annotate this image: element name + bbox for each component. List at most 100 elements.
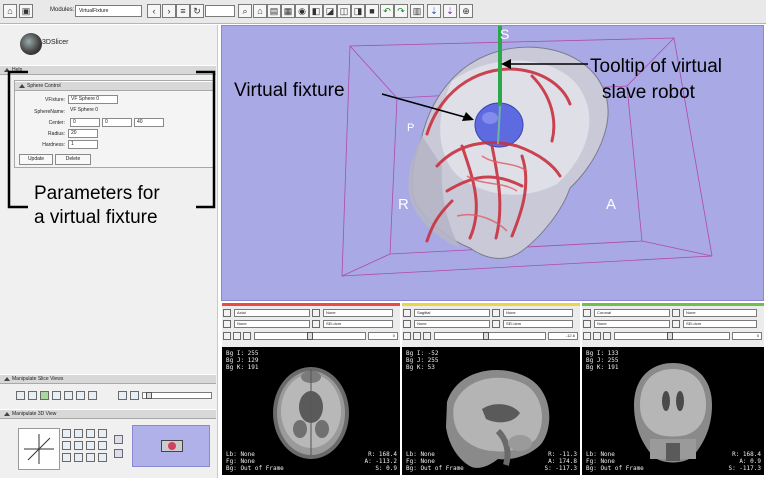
mouse-place-icon[interactable]: ⇣: [443, 4, 457, 18]
layout-compare-icon[interactable]: ◨: [351, 4, 365, 18]
manipulate-3d-view-header[interactable]: Manipulate 3D View: [0, 409, 216, 419]
axis-label-a: A: [606, 196, 617, 213]
sagittal-visibility-icon[interactable]: [403, 332, 411, 340]
axial-bg-select[interactable]: None: [234, 320, 310, 328]
axial-offset-slider[interactable]: [254, 332, 366, 340]
axial-fg-select[interactable]: None: [323, 309, 393, 317]
layout-slice-icon[interactable]: ■: [365, 4, 379, 18]
mouse-pick-icon[interactable]: ⇣: [427, 4, 441, 18]
slice-view-coronal[interactable]: Bg I: 133 Bg J: 255 Bg K: 191 Lb: None F…: [582, 347, 764, 475]
view-spin-icon[interactable]: [86, 441, 95, 450]
view-fit-icon[interactable]: [86, 453, 95, 462]
slice-view-axial[interactable]: Bg I: 255 Bg J: 129 Bg K: 191 Lb: None F…: [222, 347, 400, 475]
slice-fov-icon[interactable]: [52, 391, 61, 400]
view-p-icon[interactable]: [98, 429, 107, 438]
coronal-bg-select[interactable]: None: [594, 320, 670, 328]
axis-rotate-widget-icon[interactable]: [18, 428, 60, 470]
coronal-fg-select[interactable]: None: [683, 309, 757, 317]
layout-tabbed-icon[interactable]: ◪: [323, 4, 337, 18]
coronal-label-select[interactable]: SEI.dcm: [683, 320, 757, 328]
slice-grid-icon[interactable]: [76, 391, 85, 400]
search-icon[interactable]: ⌕: [238, 4, 252, 18]
slice-opacity-handle[interactable]: [146, 392, 152, 399]
axial-label-select[interactable]: SEI.dcm: [323, 320, 393, 328]
view-zoom-out-icon[interactable]: [74, 453, 83, 462]
coronal-offset-value[interactable]: 0: [732, 332, 762, 340]
screenshot-icon[interactable]: ▥: [410, 4, 424, 18]
sagittal-label-select[interactable]: SEI.dcm: [503, 320, 573, 328]
manipulate-slice-views-header[interactable]: Manipulate Slice Views: [0, 374, 216, 384]
redo-icon[interactable]: ↷: [394, 4, 408, 18]
sagittal-offset-slider[interactable]: [434, 332, 546, 340]
axial-orientation-select[interactable]: Axial: [234, 309, 310, 317]
layout-lightbox-icon[interactable]: ◫: [337, 4, 351, 18]
mouse-transform-icon[interactable]: ⊕: [459, 4, 473, 18]
slice-crosshair-icon[interactable]: [64, 391, 73, 400]
slice-link-icon[interactable]: [40, 391, 49, 400]
slice-prev-icon[interactable]: [118, 391, 127, 400]
3d-view[interactable]: S R A P Virtual fixture Tooltip of virtu…: [221, 25, 764, 301]
sagittal-fit-icon[interactable]: [413, 332, 421, 340]
axial-fit-icon[interactable]: [233, 332, 241, 340]
coronal-offset-slider[interactable]: [614, 332, 730, 340]
coronal-offset-handle[interactable]: [667, 332, 673, 340]
layout-home-icon[interactable]: ⌂: [253, 4, 267, 18]
sagittal-more-icon[interactable]: [423, 332, 431, 340]
coronal-link-icon[interactable]: [583, 320, 591, 328]
coronal-visibility-icon[interactable]: [583, 332, 591, 340]
axial-more-icon[interactable]: [243, 332, 251, 340]
slice-opacity-slider[interactable]: [142, 392, 212, 399]
sagittal-offset-value[interactable]: -12.6: [548, 332, 578, 340]
slice-view-sagittal[interactable]: Bg I: -52 Bg J: 255 Bg K: 53 Lb: None Fg…: [402, 347, 580, 475]
sagittal-fg-icon[interactable]: [492, 309, 500, 317]
coronal-fit-icon[interactable]: [593, 332, 601, 340]
slice-fit-icon[interactable]: [28, 391, 37, 400]
view-l-icon[interactable]: [74, 429, 83, 438]
coronal-lb-icon[interactable]: [672, 320, 680, 328]
axial-lb-icon[interactable]: [312, 320, 320, 328]
sagittal-orientation-select[interactable]: Sagittal: [414, 309, 490, 317]
view-r-icon[interactable]: [62, 429, 71, 438]
undo-icon[interactable]: ↶: [380, 4, 394, 18]
sagittal-link-icon[interactable]: [403, 320, 411, 328]
layout-3d-icon[interactable]: ◉: [295, 4, 309, 18]
sagittal-fg-select[interactable]: None: [503, 309, 573, 317]
slice-next-icon[interactable]: [130, 391, 139, 400]
view-s-icon[interactable]: [62, 441, 71, 450]
tooltip-annotation-line2: slave robot: [602, 82, 695, 103]
layout-four-up-icon[interactable]: ▦: [281, 4, 295, 18]
view-stereo-icon[interactable]: [98, 453, 107, 462]
axial-color-bar: [222, 303, 400, 306]
view-persp-icon[interactable]: [114, 449, 123, 458]
coronal-more-icon[interactable]: [603, 332, 611, 340]
view-ortho-icon[interactable]: [114, 435, 123, 444]
axial-fg-icon[interactable]: [312, 309, 320, 317]
coronal-fg-icon[interactable]: [672, 309, 680, 317]
axial-link-icon[interactable]: [223, 320, 231, 328]
coronal-top-left-overlay: Bg I: 133 Bg J: 255 Bg K: 191: [586, 350, 619, 371]
coronal-orientation-select[interactable]: Coronal: [594, 309, 670, 317]
axial-visibility-icon[interactable]: [223, 332, 231, 340]
view-rock-icon[interactable]: [98, 441, 107, 450]
params-annotation-line2: a virtual fixture: [34, 207, 158, 228]
layout-conventional-icon[interactable]: ▤: [267, 4, 281, 18]
3d-view-thumbnail[interactable]: [132, 425, 210, 467]
sagittal-pin-icon[interactable]: [403, 309, 411, 317]
slice-annot-icon[interactable]: [88, 391, 97, 400]
layout-one-up-icon[interactable]: ◧: [309, 4, 323, 18]
slice-layout-icon[interactable]: [16, 391, 25, 400]
axial-offset-handle[interactable]: [307, 332, 313, 340]
sagittal-bg-select[interactable]: None: [414, 320, 490, 328]
view-i-icon[interactable]: [74, 441, 83, 450]
sagittal-lb-icon[interactable]: [492, 320, 500, 328]
axial-pin-icon[interactable]: [223, 309, 231, 317]
sagittal-offset-handle[interactable]: [483, 332, 489, 340]
axis-label-s: S: [500, 26, 510, 42]
sagittal-bottom-right-overlay: R: -11.3 A: 174.8 S: -117.3: [544, 451, 577, 472]
coronal-pin-icon[interactable]: [583, 309, 591, 317]
view-a-icon[interactable]: [86, 429, 95, 438]
axis-label-r: R: [398, 196, 409, 213]
view-zoom-in-icon[interactable]: [62, 453, 71, 462]
axial-top-left-overlay: Bg I: 255 Bg J: 129 Bg K: 191: [226, 350, 259, 371]
axial-offset-value[interactable]: 0: [368, 332, 398, 340]
